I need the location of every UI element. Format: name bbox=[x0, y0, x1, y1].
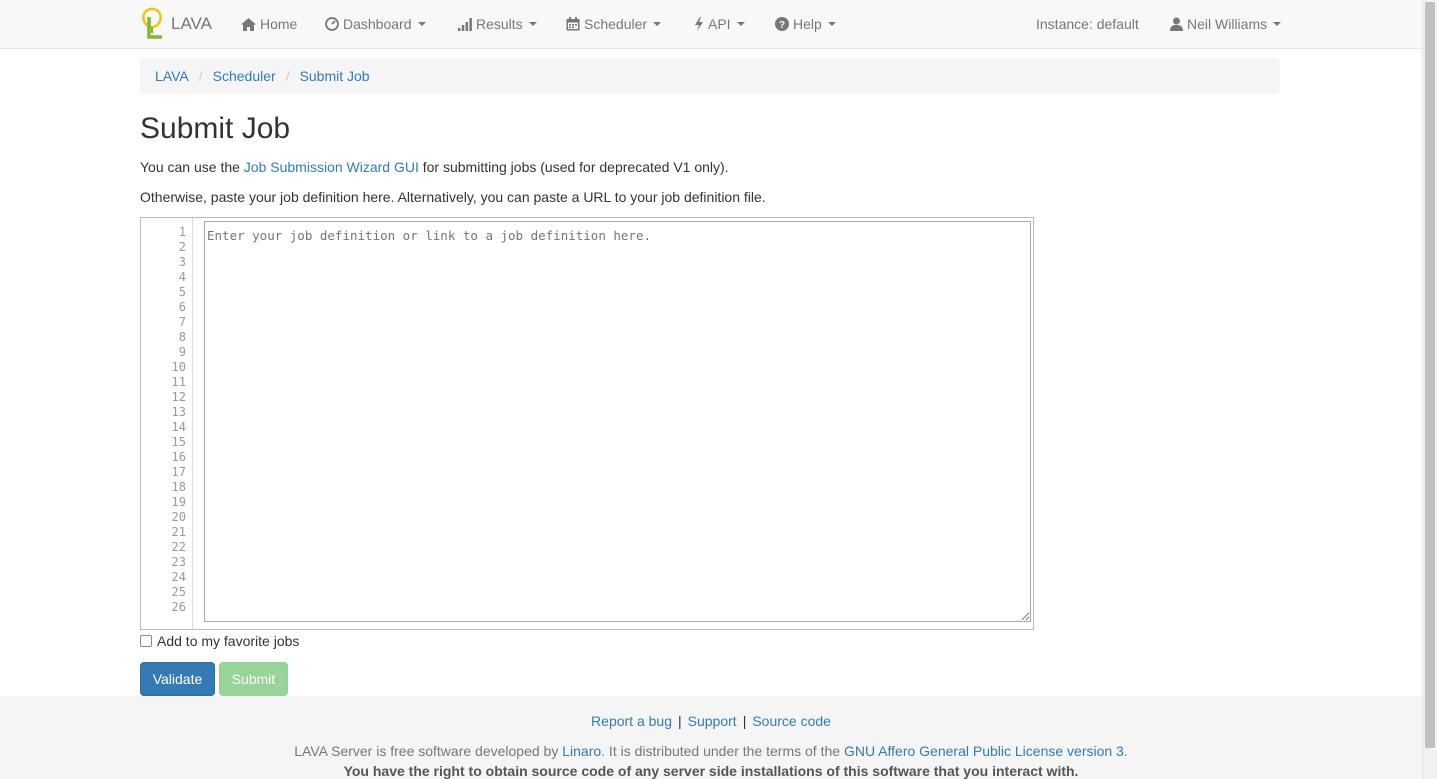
license-prefix: LAVA Server is free software developed b… bbox=[294, 743, 563, 759]
line-number: 17 bbox=[171, 465, 186, 479]
line-number: 12 bbox=[171, 390, 186, 404]
nav-results[interactable]: Results bbox=[458, 0, 537, 48]
submit-button[interactable]: Submit bbox=[219, 662, 288, 696]
scrollbar-thumb[interactable] bbox=[1425, 2, 1435, 748]
breadcrumb-separator: / bbox=[285, 68, 290, 84]
agpl-link[interactable]: GNU Affero General Public License versio… bbox=[844, 743, 1124, 759]
footer-links: Report a bug | Support | Source code bbox=[0, 713, 1422, 729]
line-number: 19 bbox=[171, 495, 186, 509]
bolt-icon bbox=[695, 17, 703, 31]
line-number: 3 bbox=[178, 255, 186, 269]
chevron-down-icon bbox=[528, 22, 537, 26]
line-number: 2 bbox=[178, 240, 186, 254]
instructions-text: Otherwise, paste your job definition her… bbox=[140, 189, 766, 205]
chevron-down-icon bbox=[417, 22, 426, 26]
line-number: 11 bbox=[171, 375, 186, 389]
line-number: 24 bbox=[171, 570, 186, 584]
home-icon bbox=[241, 17, 256, 31]
breadcrumb-scheduler[interactable]: Scheduler bbox=[213, 68, 276, 84]
footer-separator: | bbox=[678, 713, 682, 729]
lava-logo-icon bbox=[142, 7, 162, 39]
favorite-label: Add to my favorite jobs bbox=[157, 633, 300, 649]
nav-help-label: Help bbox=[793, 16, 822, 32]
validate-button[interactable]: Validate bbox=[140, 662, 215, 696]
user-name: Neil Williams bbox=[1187, 16, 1268, 32]
line-number: 4 bbox=[178, 270, 186, 284]
question-icon: ? bbox=[775, 17, 789, 31]
chevron-down-icon bbox=[827, 22, 836, 26]
job-definition-textarea[interactable] bbox=[204, 221, 1031, 622]
rights-text: You have the right to obtain source code… bbox=[343, 763, 1079, 779]
line-number: 10 bbox=[171, 360, 186, 374]
license-mid: . It is distributed under the terms of t… bbox=[601, 743, 844, 759]
nav-api[interactable]: API bbox=[694, 0, 745, 48]
line-number: 13 bbox=[171, 405, 186, 419]
nav-help[interactable]: ? Help bbox=[775, 0, 836, 48]
instance-label: Instance: default bbox=[1036, 0, 1139, 48]
line-number: 14 bbox=[171, 420, 186, 434]
intro-suffix: for submitting jobs (used for deprecated… bbox=[418, 159, 729, 175]
line-number: 25 bbox=[171, 585, 186, 599]
line-number: 7 bbox=[178, 315, 186, 329]
nav-api-label: API bbox=[708, 16, 731, 32]
license-text: LAVA Server is free software developed b… bbox=[0, 743, 1422, 759]
line-number: 18 bbox=[171, 480, 186, 494]
job-definition-editor: 1 2 3 4 5 6 7 8 9 10 11 12 13 14 15 16 17 18 19 20 21 22 23 24 2… bbox=[140, 217, 1034, 630]
report-bug-link[interactable]: Report a bug bbox=[591, 713, 672, 729]
user-icon bbox=[1170, 17, 1183, 31]
nav-home[interactable]: Home bbox=[241, 0, 297, 48]
brand-text: LAVA bbox=[171, 14, 212, 33]
chevron-down-icon bbox=[653, 22, 662, 26]
breadcrumb-separator: / bbox=[198, 68, 203, 84]
page-title: Submit Job bbox=[140, 112, 291, 145]
nav-dashboard[interactable]: Dashboard bbox=[325, 0, 426, 48]
source-code-link[interactable]: Source code bbox=[752, 713, 831, 729]
line-number: 8 bbox=[178, 330, 186, 344]
nav-results-label: Results bbox=[476, 16, 523, 32]
svg-text:?: ? bbox=[779, 20, 785, 31]
line-number: 16 bbox=[171, 450, 186, 464]
favorite-checkbox[interactable] bbox=[140, 635, 152, 647]
nav-scheduler-label: Scheduler bbox=[584, 16, 648, 32]
intro-prefix: You can use the bbox=[140, 159, 244, 175]
line-number: 26 bbox=[171, 600, 186, 614]
nav-dashboard-label: Dashboard bbox=[343, 16, 412, 32]
line-number: 23 bbox=[171, 555, 186, 569]
signal-icon bbox=[458, 17, 472, 31]
license-suffix: . bbox=[1123, 743, 1128, 759]
nav-home-label: Home bbox=[260, 16, 298, 32]
job-wizard-link[interactable]: Job Submission Wizard GUI bbox=[244, 159, 419, 175]
line-number: 6 bbox=[178, 300, 186, 314]
line-number: 22 bbox=[171, 540, 186, 554]
top-navbar: LAVA Home Dashboard Results Scheduler AP… bbox=[0, 0, 1422, 49]
instance-text: Instance: default bbox=[1036, 16, 1139, 32]
user-menu[interactable]: Neil Williams bbox=[1170, 0, 1282, 48]
chevron-down-icon bbox=[736, 22, 745, 26]
support-link[interactable]: Support bbox=[688, 713, 737, 729]
calendar-icon bbox=[566, 17, 580, 31]
brand[interactable]: LAVA bbox=[140, 0, 212, 48]
dashboard-icon bbox=[325, 17, 339, 31]
footer-separator: | bbox=[742, 713, 747, 729]
intro-text: You can use the Job Submission Wizard GU… bbox=[140, 159, 729, 175]
line-number: 20 bbox=[171, 510, 186, 524]
page-scrollbar[interactable] bbox=[1422, 0, 1437, 779]
breadcrumb-submit-job[interactable]: Submit Job bbox=[300, 68, 370, 84]
breadcrumb: LAVA / Scheduler / Submit Job bbox=[140, 58, 1280, 94]
line-number: 9 bbox=[178, 345, 186, 359]
breadcrumb-lava[interactable]: LAVA bbox=[155, 68, 189, 84]
line-number: 1 bbox=[178, 225, 186, 239]
chevron-down-icon bbox=[1273, 22, 1282, 26]
linaro-link[interactable]: Linaro bbox=[562, 743, 601, 759]
favorite-checkbox-row[interactable]: Add to my favorite jobs bbox=[140, 633, 299, 649]
line-number: 5 bbox=[178, 285, 186, 299]
nav-scheduler[interactable]: Scheduler bbox=[566, 0, 662, 48]
line-number: 21 bbox=[171, 525, 186, 539]
footer: Report a bug | Support | Source code LAVA Se… bbox=[0, 696, 1422, 779]
line-number-gutter: 1 2 3 4 5 6 7 8 9 10 11 12 13 14 15 16 17 18 19 20 21 22 23 24 2… bbox=[141, 218, 193, 629]
line-number: 15 bbox=[171, 435, 186, 449]
